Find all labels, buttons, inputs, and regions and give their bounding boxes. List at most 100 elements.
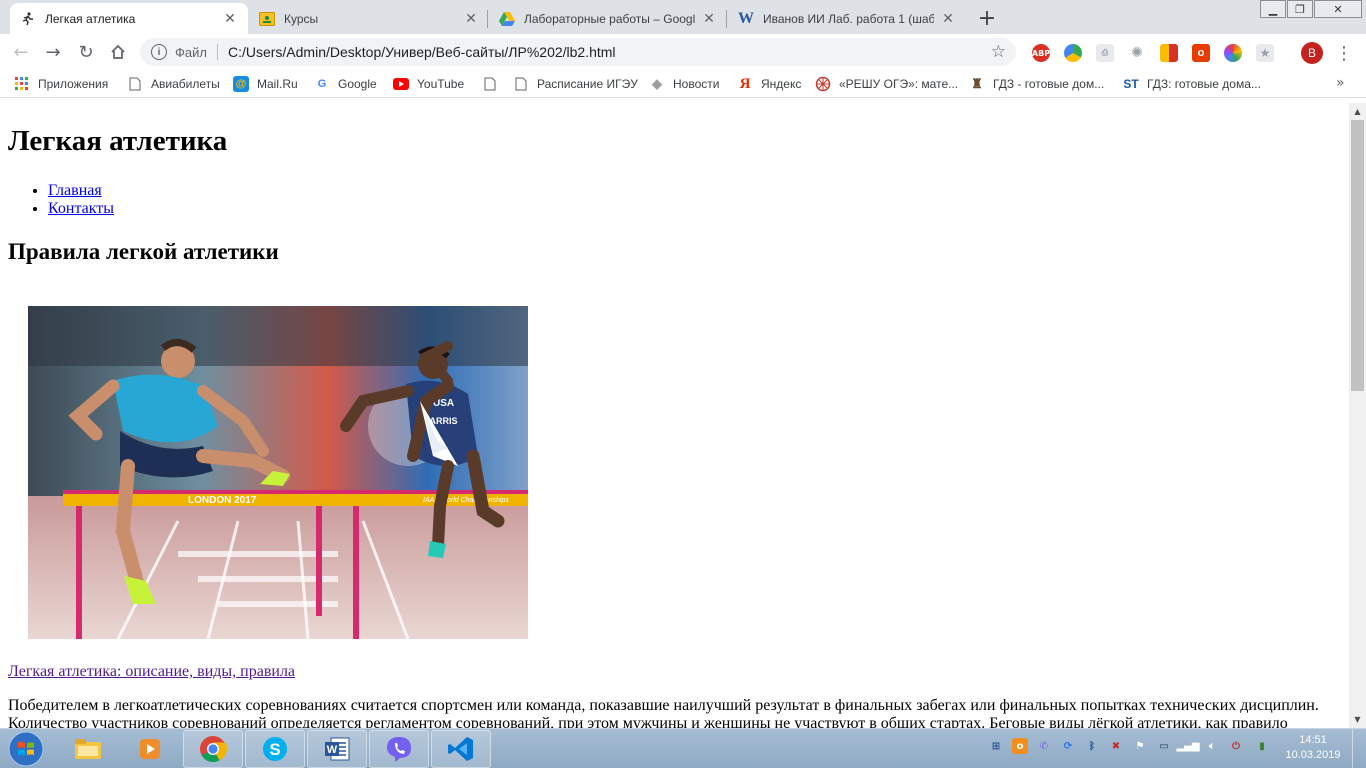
- url-text[interactable]: C:/Users/Admin/Desktop/Универ/Веб-сайты/…: [228, 44, 991, 60]
- forward-button[interactable]: →: [39, 38, 67, 66]
- tray-bluetooth-icon[interactable]: ᛒ: [1084, 738, 1100, 754]
- scroll-down-arrow-icon[interactable]: ▼: [1349, 711, 1366, 728]
- clock-date: 10.03.2019: [1285, 749, 1341, 761]
- colorful-icon[interactable]: [1224, 44, 1242, 62]
- tab-labs[interactable]: Лабораторные работы – Google ✕: [489, 3, 727, 34]
- tab-title: Курсы: [284, 11, 319, 26]
- close-tab-icon[interactable]: ✕: [701, 10, 717, 27]
- banner-text-london: LONDON 2017: [188, 495, 257, 506]
- new-tab-button[interactable]: +: [974, 5, 1000, 31]
- bookmark-google[interactable]: G Google: [314, 75, 377, 93]
- home-button[interactable]: [104, 38, 132, 66]
- bookmarks-bar: Приложения Авиабилеты @ Mail.Ru G Google…: [0, 70, 1366, 98]
- page-scrollbar[interactable]: ▲ ▼: [1349, 103, 1366, 728]
- close-tab-icon[interactable]: ✕: [463, 10, 479, 27]
- address-bar[interactable]: i Файл C:/Users/Admin/Desktop/Универ/Веб…: [140, 38, 1016, 66]
- taskbar-skype[interactable]: S: [245, 730, 305, 768]
- bookmark-aviabilety[interactable]: Авиабилеты: [127, 75, 220, 93]
- tray-display-icon[interactable]: ▭: [1156, 738, 1172, 754]
- extension-icon[interactable]: ★: [1256, 44, 1274, 62]
- info-icon[interactable]: i: [151, 44, 167, 60]
- bookmark-gdz-1[interactable]: ♜ ГДЗ - готовые дом...: [969, 75, 1104, 93]
- hurdles-photo: LONDON 2017 IAAF World Championships USA…: [28, 306, 528, 639]
- tab-athletics[interactable]: Легкая атлетика ✕: [10, 3, 248, 34]
- bookmark-raspisanie[interactable]: Расписание ИГЭУ: [513, 75, 638, 93]
- apps-grid-icon: [14, 76, 30, 92]
- scroll-up-arrow-icon[interactable]: ▲: [1349, 103, 1366, 120]
- tray-power-icon[interactable]: ⏻: [1228, 738, 1244, 754]
- media-player-icon: [140, 739, 160, 759]
- scroll-thumb[interactable]: [1351, 120, 1364, 391]
- tray-odnoklassniki-icon[interactable]: o: [1012, 738, 1028, 754]
- adblock-icon[interactable]: ABP: [1032, 44, 1050, 62]
- tray-security-icon[interactable]: ✖: [1108, 738, 1124, 754]
- bookmark-yandex[interactable]: Я Яндекс: [737, 75, 802, 93]
- page-title: Легкая атлетика: [8, 125, 228, 157]
- menu-dots-icon[interactable]: ⋮: [1334, 40, 1354, 66]
- home-icon: [111, 44, 125, 59]
- bookmark-label: Приложения: [38, 77, 109, 91]
- close-window-button[interactable]: ✕: [1314, 0, 1362, 18]
- close-tab-icon[interactable]: ✕: [222, 10, 238, 27]
- section-heading: Правила легкой атлетики: [8, 239, 279, 264]
- bookmark-mailru[interactable]: @ Mail.Ru: [233, 75, 298, 93]
- page-icon: [513, 76, 529, 92]
- pdf-icon[interactable]: ⎙: [1096, 44, 1114, 62]
- nav-item: Контакты: [48, 200, 114, 218]
- bookmark-label: Авиабилеты: [151, 77, 220, 91]
- reload-button[interactable]: ↻: [72, 38, 100, 66]
- bookmark-apps[interactable]: Приложения: [14, 75, 108, 93]
- page-nav: Главная Контакты: [48, 182, 114, 218]
- bookmark-label: Расписание ИГЭУ: [537, 77, 638, 91]
- tab-title: Лабораторные работы – Google: [524, 11, 695, 26]
- tab-word-doc[interactable]: W Иванов ИИ Лаб. работа 1 (шабл ✕: [728, 3, 966, 34]
- show-desktop-button[interactable]: [1352, 729, 1366, 768]
- back-button[interactable]: ←: [7, 38, 35, 66]
- flag-icon[interactable]: [1160, 44, 1178, 62]
- window-controls: ▁ ❐ ✕: [1260, 0, 1362, 18]
- bookmark-reshu-oge[interactable]: «РЕШУ ОГЭ»: мате...: [815, 75, 958, 93]
- close-tab-icon[interactable]: ✕: [940, 10, 956, 27]
- puzzle-icon[interactable]: ✺: [1128, 44, 1146, 62]
- taskbar-media-player[interactable]: [120, 730, 180, 768]
- minimize-button[interactable]: ▁: [1260, 0, 1286, 18]
- taskbar-chrome[interactable]: [183, 730, 243, 768]
- bookmark-label: Яндекс: [761, 77, 802, 91]
- taskbar-clock[interactable]: 14:51 10.03.2019: [1280, 733, 1346, 763]
- tab-strip: Легкая атлетика ✕ Курсы ✕ Лабораторные р…: [0, 0, 1366, 34]
- bookmark-novosti[interactable]: ◆ Новости: [649, 75, 719, 93]
- tray-battery-icon[interactable]: ▮: [1254, 738, 1270, 754]
- tray-flag-icon[interactable]: ⚑: [1132, 738, 1148, 754]
- tab-divider: [726, 10, 727, 28]
- nav-link-home[interactable]: Главная: [48, 182, 102, 199]
- tab-courses[interactable]: Курсы ✕: [249, 3, 489, 34]
- gdz-icon: ♜: [971, 76, 983, 91]
- bookmark-untitled[interactable]: [482, 75, 498, 93]
- page-viewport: Легкая атлетика Главная Контакты Правила…: [0, 103, 1349, 728]
- page-icon: [127, 76, 143, 92]
- svg-text:S: S: [269, 740, 280, 759]
- clock-time: 14:51: [1299, 734, 1327, 746]
- file-scheme-label: Файл: [175, 44, 207, 60]
- athletics-article-link[interactable]: Легкая атлетика: описание, виды, правила: [8, 663, 295, 681]
- taskbar-viber[interactable]: [369, 730, 429, 768]
- tray-viber-icon[interactable]: ✆: [1036, 738, 1052, 754]
- profile-avatar[interactable]: B: [1301, 42, 1323, 64]
- tray-network-app-icon[interactable]: ⊞: [988, 738, 1004, 754]
- nav-link-contacts[interactable]: Контакты: [48, 200, 114, 217]
- tray-update-icon[interactable]: ⟳: [1060, 738, 1076, 754]
- start-button[interactable]: [2, 730, 50, 768]
- chrome-green-icon[interactable]: [1064, 44, 1082, 62]
- browser-toolbar: ← → ↻ i Файл C:/Users/Admin/Desktop/Унив…: [0, 34, 1366, 70]
- tray-volume-icon[interactable]: 🔈︎: [1204, 738, 1220, 754]
- taskbar-word[interactable]: W: [307, 730, 367, 768]
- bookmark-gdz-2[interactable]: ST ГДЗ: готовые дома...: [1123, 75, 1261, 93]
- bookmarks-overflow-icon[interactable]: »: [1336, 75, 1345, 91]
- bookmark-star-icon[interactable]: ☆: [991, 42, 1006, 62]
- restore-button[interactable]: ❐: [1287, 0, 1313, 18]
- tray-signal-icon[interactable]: ▂▄▆: [1176, 738, 1199, 754]
- taskbar-vscode[interactable]: [431, 730, 491, 768]
- office-icon[interactable]: O: [1192, 44, 1210, 62]
- taskbar-explorer[interactable]: [58, 730, 118, 768]
- bookmark-youtube[interactable]: YouTube: [393, 75, 464, 93]
